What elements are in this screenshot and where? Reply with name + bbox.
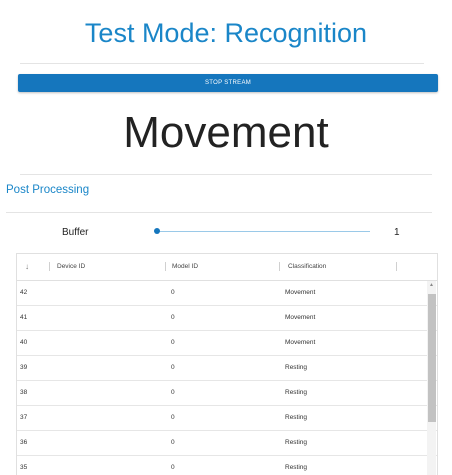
cell-device-id: 38	[20, 389, 28, 396]
cell-device-id: 37	[20, 414, 28, 421]
stop-stream-button[interactable]: STOP STREAM	[18, 74, 438, 92]
recognition-result: Movement	[123, 108, 329, 157]
results-table: ↓ Device ID Model ID Classification 42 0…	[16, 253, 438, 475]
test-mode-page: Test Mode: Recognition STOP STREAM Movem…	[0, 0, 452, 475]
cell-device-id: 42	[20, 289, 28, 296]
cell-model-id: 0	[171, 339, 175, 346]
table-row[interactable]: 39 0 Resting	[17, 356, 437, 381]
cell-classification: Movement	[285, 339, 316, 346]
cell-device-id: 40	[20, 339, 28, 346]
cell-model-id: 0	[171, 364, 175, 371]
cell-model-id: 0	[171, 389, 175, 396]
table-scrollbar[interactable]: ▲	[427, 281, 436, 475]
cell-model-id: 0	[171, 289, 175, 296]
post-processing-divider	[6, 212, 432, 213]
cell-model-id: 0	[171, 464, 175, 471]
table-row[interactable]: 38 0 Resting	[17, 381, 437, 406]
cell-classification: Resting	[285, 414, 308, 421]
post-processing-title: Post Processing	[6, 184, 90, 196]
scrollbar-thumb[interactable]	[428, 294, 436, 422]
column-separator[interactable]	[396, 262, 397, 271]
buffer-slider-thumb[interactable]	[154, 228, 160, 234]
buffer-label: Buffer	[62, 227, 89, 238]
title-divider	[20, 63, 424, 64]
buffer-slider[interactable]	[154, 227, 370, 237]
cell-classification: Resting	[285, 389, 308, 396]
buffer-value: 1	[394, 227, 400, 238]
table-row[interactable]: 42 0 Movement	[17, 281, 437, 306]
page-title: Test Mode: Recognition	[84, 18, 368, 48]
table-header: ↓ Device ID Model ID Classification	[17, 254, 437, 281]
sort-arrow-down-icon[interactable]: ↓	[25, 262, 29, 271]
table-row[interactable]: 37 0 Resting	[17, 406, 437, 431]
cell-classification: Movement	[285, 289, 316, 296]
column-header-classification[interactable]: Classification	[288, 263, 326, 270]
cell-device-id: 35	[20, 464, 28, 471]
cell-model-id: 0	[171, 414, 175, 421]
cell-model-id: 0	[171, 314, 175, 321]
cell-device-id: 41	[20, 314, 28, 321]
table-body: 42 0 Movement 41 0 Movement 40 0 Movemen…	[17, 281, 437, 475]
column-separator[interactable]	[49, 262, 50, 271]
table-row[interactable]: 41 0 Movement	[17, 306, 437, 331]
cell-classification: Resting	[285, 464, 308, 471]
cell-classification: Resting	[285, 439, 308, 446]
table-row[interactable]: 35 0 Resting	[17, 456, 437, 475]
column-header-model-id[interactable]: Model ID	[172, 263, 198, 270]
table-row[interactable]: 36 0 Resting	[17, 431, 437, 456]
column-separator[interactable]	[279, 262, 280, 271]
cell-classification: Resting	[285, 364, 308, 371]
cell-model-id: 0	[171, 439, 175, 446]
scroll-up-arrow-icon[interactable]: ▲	[427, 281, 436, 289]
result-divider	[20, 174, 432, 175]
column-separator[interactable]	[165, 262, 166, 271]
cell-device-id: 36	[20, 439, 28, 446]
buffer-slider-track[interactable]	[156, 231, 370, 232]
column-header-device-id[interactable]: Device ID	[57, 263, 85, 270]
cell-classification: Movement	[285, 314, 316, 321]
table-row[interactable]: 40 0 Movement	[17, 331, 437, 356]
cell-device-id: 39	[20, 364, 28, 371]
